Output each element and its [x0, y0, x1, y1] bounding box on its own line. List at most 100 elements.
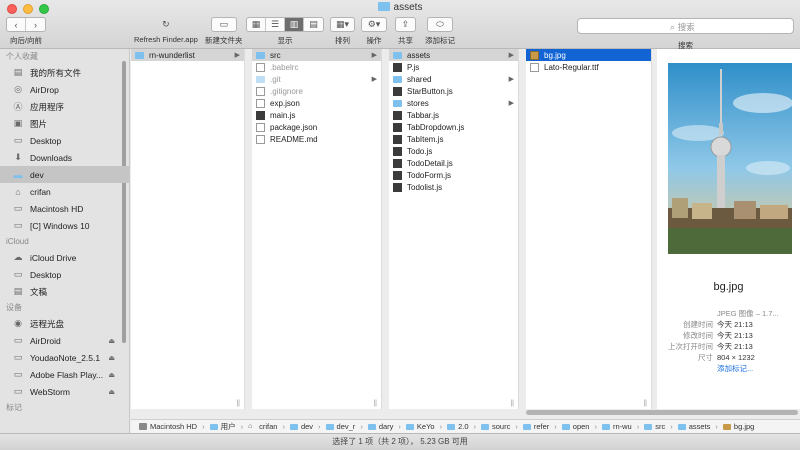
list-view-button[interactable]: ☰	[266, 18, 285, 31]
sidebar-item[interactable]: ▣ 图片	[0, 115, 129, 132]
refresh-button[interactable]: ↻	[156, 17, 176, 32]
path-segment[interactable]: Macintosh HD	[139, 422, 197, 431]
file-name: main.js	[270, 110, 296, 120]
sidebar-item[interactable]: ▤ 我的所有文件	[0, 64, 129, 81]
path-separator-icon: ›	[398, 422, 401, 431]
column-view-button[interactable]: ▥	[285, 18, 304, 31]
sidebar-section-title: 标记	[6, 403, 22, 412]
path-segment[interactable]: ⌂ crifan	[248, 422, 277, 431]
search-input[interactable]: ⌕ 搜索	[577, 18, 794, 34]
sidebar-item[interactable]: ▭ YoudaoNote_2.5.1 ⏏	[0, 349, 129, 366]
eject-icon[interactable]: ⏏	[108, 354, 115, 362]
horizontal-scrollbar[interactable]	[526, 410, 798, 415]
column-resize-handle[interactable]: ||	[643, 400, 647, 407]
share-group: ⇪ 共享	[395, 17, 416, 46]
path-segment[interactable]: 2.0	[447, 422, 469, 431]
preview-meta-key: 创建时间	[683, 320, 713, 329]
preview-meta-row: 创建时间 今天 21:13	[657, 319, 800, 330]
path-segment[interactable]: dary	[367, 422, 393, 431]
file-row[interactable]: .gitignore	[252, 85, 381, 97]
file-row[interactable]: stores ▶	[389, 97, 518, 109]
file-row[interactable]: package.json	[252, 121, 381, 133]
file-row[interactable]: shared ▶	[389, 73, 518, 85]
path-segment[interactable]: KeYo	[405, 422, 435, 431]
file-name: TodoForm.js	[407, 170, 452, 180]
file-row[interactable]: TabItem.js	[389, 133, 518, 145]
action-button[interactable]: ⚙▾	[361, 17, 387, 32]
file-name: assets	[407, 50, 431, 60]
preview-image	[668, 63, 792, 254]
file-row[interactable]: README.md	[252, 133, 381, 145]
sidebar-item[interactable]: Ⓐ 应用程序	[0, 98, 129, 115]
column-1: rn-wunderlist ▶ ||	[131, 49, 245, 409]
sidebar-item[interactable]: ◉ 远程光盘	[0, 315, 129, 332]
tags-group: ⬭ 添加标记	[425, 17, 455, 46]
path-segment[interactable]: dev	[289, 422, 313, 431]
drive-icon: ▭	[13, 352, 23, 362]
path-segment[interactable]: rn-wu	[601, 422, 632, 431]
gallery-view-button[interactable]: ▤	[304, 18, 323, 31]
file-row[interactable]: Todo.js	[389, 145, 518, 157]
path-segment[interactable]: refer	[522, 422, 549, 431]
file-row[interactable]: TodoDetail.js	[389, 157, 518, 169]
sidebar-item[interactable]: ▭ AirDroid ⏏	[0, 332, 129, 349]
path-segment[interactable]: dev_r	[325, 422, 355, 431]
file-row[interactable]: StarButton.js	[389, 85, 518, 97]
sidebar-item[interactable]: ◎ AirDrop	[0, 81, 129, 98]
folder-icon	[393, 75, 402, 83]
sidebar-item[interactable]: ▤ 文稿	[0, 283, 129, 300]
sidebar-item[interactable]: ▭ WebStorm ⏏	[0, 383, 129, 400]
sidebar-item[interactable]: ▬ dev	[0, 166, 129, 183]
file-row[interactable]: P.js	[389, 61, 518, 73]
path-segment[interactable]: assets	[677, 422, 710, 431]
folder-icon	[256, 75, 265, 83]
sidebar-item[interactable]: ⌂ crifan	[0, 183, 129, 200]
file-row[interactable]: Todolist.js	[389, 181, 518, 193]
file-row[interactable]: assets ▶	[389, 49, 518, 61]
sidebar-item[interactable]: ▭ Desktop	[0, 132, 129, 149]
column-resize-handle[interactable]: ||	[236, 400, 240, 407]
file-row[interactable]: Tabbar.js	[389, 109, 518, 121]
new-folder-button[interactable]: ▭	[210, 17, 237, 32]
path-segment-label: rn-wu	[612, 422, 632, 431]
arrange-button[interactable]: ▦▾	[330, 17, 355, 32]
eject-icon[interactable]: ⏏	[108, 337, 115, 345]
arrange-group: ▦▾ 排列	[330, 17, 355, 46]
file-row[interactable]: src ▶	[252, 49, 381, 61]
eject-icon[interactable]: ⏏	[108, 371, 115, 379]
sidebar-item[interactable]: ▭ Adobe Flash Play... ⏏	[0, 366, 129, 383]
file-row[interactable]: TodoForm.js	[389, 169, 518, 181]
icon-view-button[interactable]: ▦	[247, 18, 266, 31]
disclosure-arrow-icon: ▶	[508, 52, 514, 59]
sidebar-item[interactable]: ▭ Desktop	[0, 266, 129, 283]
file-row[interactable]: Lato-Regular.ttf	[526, 61, 651, 73]
folder-icon	[393, 51, 402, 59]
add-tags-button[interactable]: ⬭	[427, 17, 453, 32]
share-button[interactable]: ⇪	[395, 17, 416, 32]
path-segment[interactable]: 用户	[209, 421, 236, 432]
folder-icon	[325, 423, 334, 430]
file-row[interactable]: bg.jpg	[526, 49, 651, 61]
path-segment[interactable]: open	[561, 422, 589, 431]
forward-button[interactable]: ›	[26, 18, 45, 31]
column-resize-handle[interactable]: ||	[373, 400, 377, 407]
sidebar-item[interactable]: ⬇ Downloads	[0, 149, 129, 166]
path-segment-label: bg.jpg	[733, 422, 755, 431]
sidebar-item[interactable]: ▭ [C] Windows 10	[0, 217, 129, 234]
file-row[interactable]: main.js	[252, 109, 381, 121]
column-resize-handle[interactable]: ||	[510, 400, 514, 407]
file-row[interactable]: TabDropdown.js	[389, 121, 518, 133]
file-row[interactable]: exp.json	[252, 97, 381, 109]
path-segment[interactable]: bg.jpg	[722, 422, 755, 431]
file-row[interactable]: .babelrc	[252, 61, 381, 73]
back-button[interactable]: ‹	[7, 18, 26, 31]
sidebar-item[interactable]: ▭ Macintosh HD	[0, 200, 129, 217]
path-segment[interactable]: sourc	[481, 422, 510, 431]
file-row[interactable]: .git ▶	[252, 73, 381, 85]
add-tags-link[interactable]: 添加标记...	[717, 363, 753, 374]
sidebar-item-label: dev	[30, 169, 44, 180]
path-segment[interactable]: src	[644, 422, 665, 431]
eject-icon[interactable]: ⏏	[108, 388, 115, 396]
file-row[interactable]: rn-wunderlist ▶	[131, 49, 244, 61]
sidebar-item[interactable]: ☁ iCloud Drive	[0, 249, 129, 266]
